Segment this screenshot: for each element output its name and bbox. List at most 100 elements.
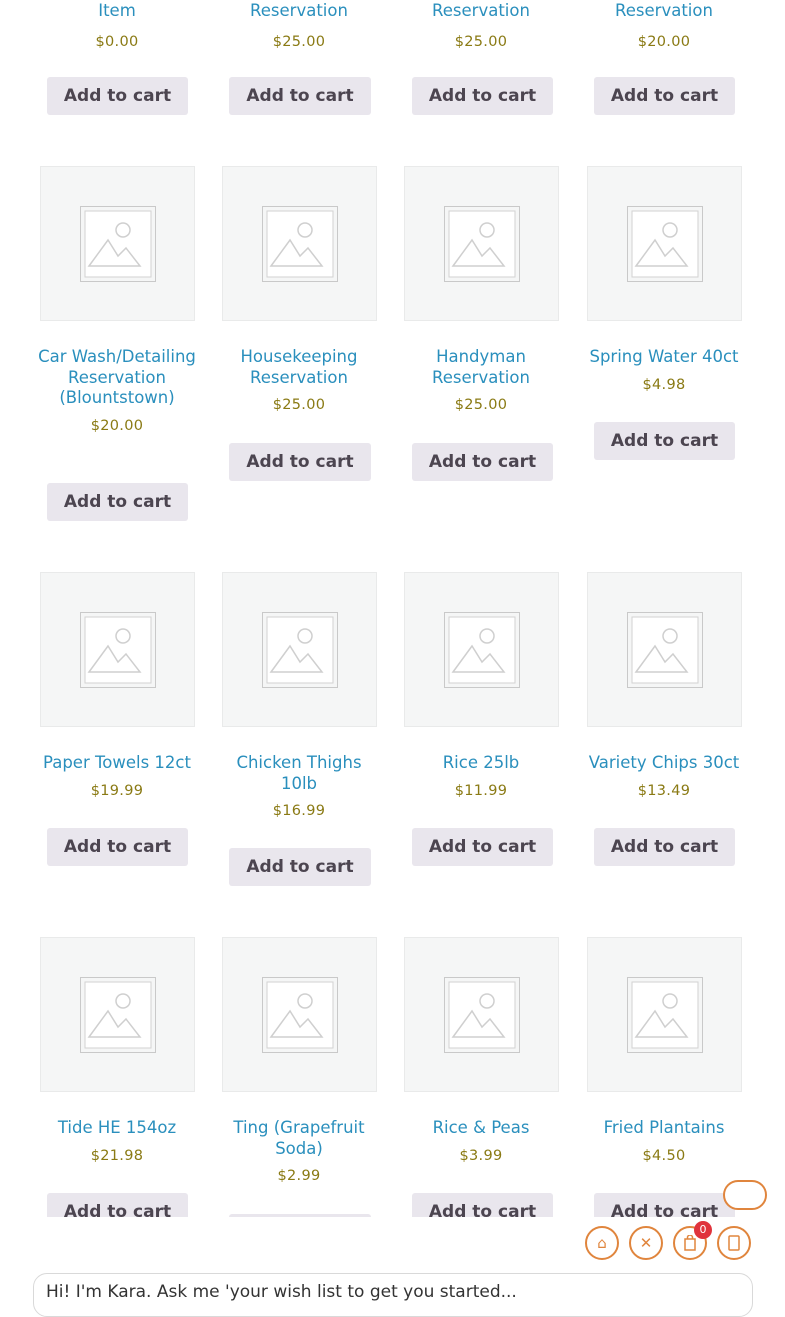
cart-count-badge: 0 <box>694 1221 712 1239</box>
product-image[interactable] <box>222 166 377 321</box>
product-name-link[interactable]: Rice & Peas <box>389 1118 573 1139</box>
product-card: Reservation <box>572 1 756 22</box>
image-placeholder-icon <box>444 977 520 1053</box>
add-to-cart-button[interactable]: Add to cart <box>594 77 735 115</box>
menu-button[interactable] <box>717 1226 751 1260</box>
product-card: Handyman Reservation $25.00 <box>389 347 573 413</box>
product-card: Rice 25lb $11.99 <box>389 753 573 799</box>
product-price: $25.00 <box>272 397 326 413</box>
add-to-cart-button[interactable]: Add to cart <box>47 1193 188 1217</box>
product-image[interactable] <box>40 572 195 727</box>
image-placeholder-icon <box>80 206 156 282</box>
image-placeholder-icon <box>80 612 156 688</box>
close-button[interactable]: ✕ <box>629 1226 663 1260</box>
cart-icon <box>684 1234 696 1251</box>
product-image[interactable] <box>222 572 377 727</box>
product-image[interactable] <box>404 572 559 727</box>
image-placeholder-icon <box>627 206 703 282</box>
product-name-link[interactable]: Fried Plantains <box>572 1118 756 1139</box>
image-placeholder-icon <box>262 206 338 282</box>
add-to-cart-button[interactable]: Add to cart <box>594 422 735 460</box>
menu-icon <box>728 1235 740 1251</box>
add-to-cart-button[interactable]: Add to cart <box>229 848 371 886</box>
add-to-cart-button[interactable]: Add to cart <box>47 77 188 115</box>
image-placeholder-icon <box>262 612 338 688</box>
add-to-cart-button[interactable]: Add to cart <box>47 483 188 521</box>
product-name-link[interactable]: Chicken Thighs 10lb <box>207 753 391 794</box>
add-to-cart-button[interactable]: Add to cart <box>412 1193 553 1217</box>
product-name-link[interactable]: Tide HE 154oz <box>25 1118 209 1139</box>
chat-toggle-button[interactable] <box>723 1180 767 1210</box>
image-placeholder-icon <box>444 206 520 282</box>
add-to-cart-button[interactable]: Add to cart <box>594 828 735 866</box>
product-image[interactable] <box>40 166 195 321</box>
product-name-link[interactable]: Paper Towels 12ct <box>25 753 209 774</box>
product-name-link[interactable]: Handyman Reservation <box>389 347 573 388</box>
product-price: $11.99 <box>454 782 508 799</box>
product-image[interactable] <box>587 937 742 1092</box>
home-button[interactable]: ⌂ <box>585 1226 619 1260</box>
product-name-link[interactable]: Housekeeping Reservation <box>207 347 391 388</box>
product-image[interactable] <box>222 937 377 1092</box>
product-name-link[interactable]: Rice 25lb <box>389 753 573 774</box>
image-placeholder-icon <box>262 977 338 1053</box>
product-image[interactable] <box>587 166 742 321</box>
product-price: $2.99 <box>277 1168 321 1184</box>
product-name-link[interactable]: Reservation <box>389 1 573 22</box>
product-image[interactable] <box>404 166 559 321</box>
product-card: Tide HE 154oz $21.98 <box>25 1118 209 1164</box>
chat-input-bar[interactable]: Hi! I'm Kara. Ask me 'your wish list to … <box>33 1273 753 1317</box>
add-to-cart-button[interactable]: Add to cart <box>47 828 188 866</box>
product-image[interactable] <box>40 937 195 1092</box>
product-image[interactable] <box>404 937 559 1092</box>
product-name-link[interactable]: Reservation <box>207 1 391 22</box>
product-card: Item <box>25 1 209 22</box>
product-price: $4.50 <box>642 1147 686 1164</box>
image-placeholder-icon <box>444 612 520 688</box>
product-price: $20.00 <box>90 417 144 434</box>
cart-button[interactable]: 0 <box>673 1221 712 1260</box>
product-card: Fried Plantains $4.50 <box>572 1118 756 1164</box>
product-card: Spring Water 40ct $4.98 <box>572 347 756 393</box>
product-name-link[interactable]: Ting (Grapefruit Soda) <box>207 1118 391 1159</box>
product-price: $19.99 <box>90 782 144 799</box>
product-card: Reservation <box>389 1 573 22</box>
product-card: Variety Chips 30ct $13.49 <box>572 753 756 799</box>
image-placeholder-icon <box>627 612 703 688</box>
product-price: $3.99 <box>459 1147 503 1164</box>
product-price: $4.98 <box>642 376 686 393</box>
add-to-cart-button[interactable]: Add to cart <box>594 1193 735 1217</box>
add-to-cart-button[interactable]: Add to cart <box>229 77 371 115</box>
product-name-link[interactable]: Car Wash/Detailing Reservation (Blountst… <box>25 347 209 409</box>
product-card: Chicken Thighs 10lb $16.99 <box>207 753 391 819</box>
product-card: Rice & Peas $3.99 <box>389 1118 573 1164</box>
product-price: $16.99 <box>272 803 326 819</box>
add-to-cart-button[interactable]: Add to cart <box>229 443 371 481</box>
add-to-cart-button[interactable]: Add to cart <box>412 828 553 866</box>
product-name-link[interactable]: Item <box>25 1 209 22</box>
home-icon: ⌂ <box>597 1234 607 1252</box>
image-placeholder-icon <box>627 977 703 1053</box>
product-image[interactable] <box>587 572 742 727</box>
image-placeholder-icon <box>80 977 156 1053</box>
product-name-link[interactable]: Variety Chips 30ct <box>572 753 756 774</box>
close-icon: ✕ <box>639 1234 653 1252</box>
product-name-link[interactable]: Reservation <box>572 1 756 22</box>
add-to-cart-button[interactable]: Add to cart <box>412 443 553 481</box>
chat-message-text: Hi! I'm Kara. Ask me 'your wish list to … <box>46 1282 517 1302</box>
product-price: $21.98 <box>90 1147 144 1164</box>
product-price: $0.00 <box>95 34 139 50</box>
product-price: $20.00 <box>637 34 691 50</box>
product-price: $25.00 <box>454 34 508 50</box>
product-price: $25.00 <box>272 34 326 50</box>
product-card: Reservation <box>207 1 391 22</box>
product-card: Car Wash/Detailing Reservation (Blountst… <box>25 347 209 434</box>
product-card: Ting (Grapefruit Soda) $2.99 <box>207 1118 391 1184</box>
product-name-link[interactable]: Spring Water 40ct <box>572 347 756 368</box>
product-card: Paper Towels 12ct $19.99 <box>25 753 209 799</box>
product-price: $13.49 <box>637 782 691 799</box>
add-to-cart-button[interactable]: Add to cart <box>412 77 553 115</box>
row-clip: Add to cart Add to cart Add to cart <box>0 1193 785 1217</box>
product-card: Housekeeping Reservation $25.00 <box>207 347 391 413</box>
add-to-cart-button[interactable] <box>229 1214 371 1217</box>
